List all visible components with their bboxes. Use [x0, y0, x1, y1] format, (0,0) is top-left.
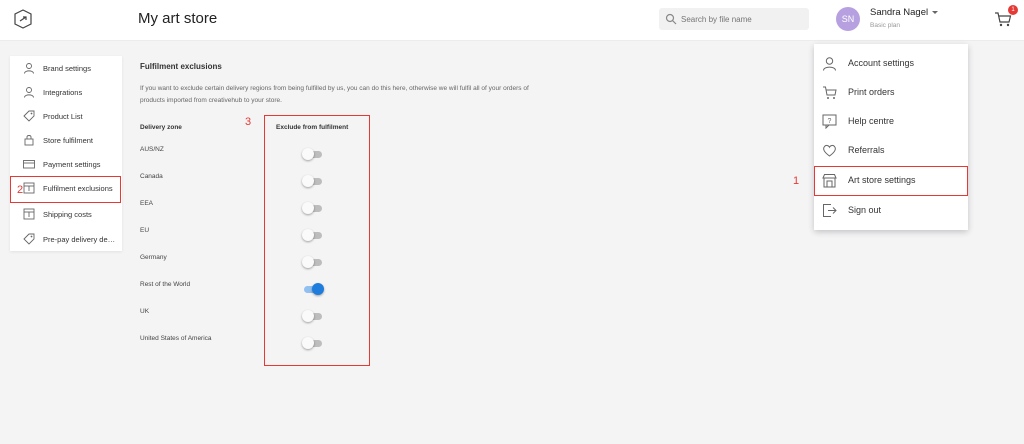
search-icon: [665, 13, 677, 25]
sidebar-item-label: Payment settings: [43, 159, 101, 169]
menu-item-print-orders[interactable]: Print orders: [814, 78, 968, 107]
menu-item-label: Sign out: [848, 205, 882, 215]
cart-count-badge: 1: [1008, 5, 1018, 15]
zone-label: EEA: [140, 200, 154, 207]
sidebar-item-product-list[interactable]: Product List: [10, 104, 122, 128]
menu-item-label: Referrals: [848, 145, 885, 155]
user-dropdown-menu: Account settings Print orders ? Help cen…: [814, 44, 968, 230]
sidebar-item-label: Product List: [43, 111, 83, 121]
cart-icon: [823, 86, 837, 99]
menu-item-referrals[interactable]: Referrals: [814, 136, 968, 165]
tag-icon: [23, 110, 35, 122]
person-icon: [823, 57, 836, 71]
menu-item-sign-out[interactable]: Sign out: [814, 196, 968, 225]
highlight-box-menu: [814, 166, 968, 196]
top-header: My art store SN Sandra Nagel Basic plan …: [0, 0, 1024, 41]
sidebar-item-store-fulfilment[interactable]: Store fulfilment: [10, 128, 122, 152]
highlight-box-sidebar: [10, 176, 121, 203]
zone-label: EU: [140, 227, 150, 234]
menu-item-label: Print orders: [848, 87, 895, 97]
search-box[interactable]: [659, 8, 809, 30]
menu-item-help-centre[interactable]: ? Help centre: [814, 107, 968, 136]
zone-label: UK: [140, 308, 150, 315]
sidebar-item-shipping-costs[interactable]: Shipping costs: [10, 202, 122, 226]
lock-icon: [24, 135, 34, 146]
sidebar-item-integrations[interactable]: Integrations: [10, 80, 122, 104]
menu-item-label: Help centre: [848, 116, 895, 126]
signout-icon: [823, 204, 837, 217]
sidebar-item-label: Pre-pay delivery details: [43, 234, 117, 244]
annotation-number: 3: [245, 116, 252, 128]
zone-label: Rest of the World: [140, 281, 191, 288]
section-description: If you want to exclude certain delivery …: [140, 85, 529, 104]
tag-icon: [23, 233, 35, 245]
user-name[interactable]: Sandra Nagel: [870, 7, 928, 18]
zone-label: Germany: [140, 254, 167, 261]
page-title: My art store: [138, 10, 218, 27]
sidebar-item-label: Integrations: [43, 87, 83, 97]
chevron-down-icon[interactable]: [932, 11, 938, 14]
person-icon: [24, 87, 34, 98]
zone-label: United States of America: [140, 335, 212, 342]
highlight-box-toggles: [264, 115, 370, 366]
card-icon: [23, 160, 35, 169]
annotation-number: 1: [793, 175, 800, 187]
sidebar-item-label: Brand settings: [43, 63, 91, 73]
user-plan: Basic plan: [870, 22, 900, 29]
help-icon: ?: [822, 114, 837, 129]
search-input[interactable]: [681, 11, 803, 27]
menu-item-label: Account settings: [848, 58, 915, 68]
store-logo-icon[interactable]: [12, 8, 34, 30]
column-header-delivery-zone: Delivery zone: [140, 124, 182, 131]
box-icon: [23, 208, 35, 220]
person-icon: [24, 63, 34, 74]
avatar[interactable]: SN: [836, 7, 860, 31]
sidebar-item-pre-pay-delivery[interactable]: Pre-pay delivery details: [10, 227, 122, 251]
settings-sidebar: Brand settings Integrations Product List…: [10, 56, 122, 251]
annotation-number: 2: [17, 184, 24, 196]
heart-icon: [823, 144, 836, 157]
menu-item-account-settings[interactable]: Account settings: [814, 49, 968, 78]
zone-label: Canada: [140, 173, 163, 180]
sidebar-item-payment-settings[interactable]: Payment settings: [10, 152, 122, 176]
section-title: Fulfilment exclusions: [140, 62, 222, 71]
svg-text:?: ?: [828, 118, 832, 125]
sidebar-item-label: Store fulfilment: [43, 135, 94, 145]
zone-label: AUS/NZ: [140, 146, 164, 153]
sidebar-item-brand-settings[interactable]: Brand settings: [10, 56, 122, 80]
sidebar-item-label: Shipping costs: [43, 209, 92, 219]
